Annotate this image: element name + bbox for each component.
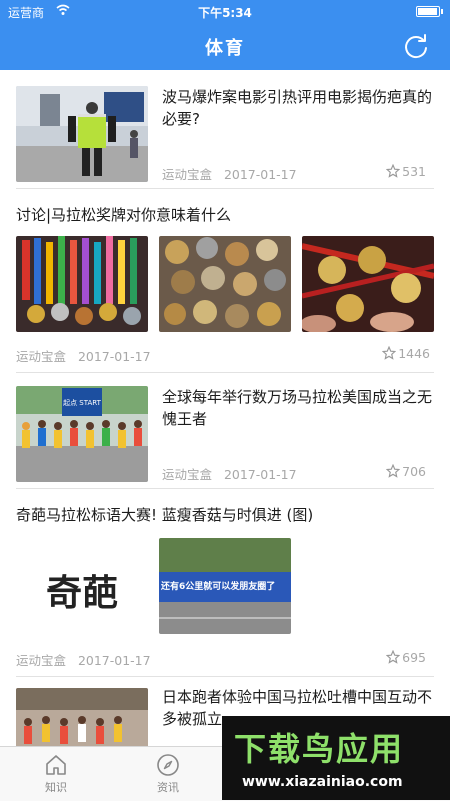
news-source: 运动宝盒 bbox=[162, 167, 213, 182]
star-icon bbox=[386, 164, 401, 178]
news-thumbnail bbox=[16, 86, 148, 182]
compass-icon bbox=[157, 754, 179, 776]
page-title: 体育 bbox=[205, 38, 245, 59]
divider bbox=[16, 188, 434, 189]
divider bbox=[16, 372, 434, 373]
news-meta: 运动宝盒 2017-01-17 bbox=[162, 164, 297, 183]
news-date: 2017-01-17 bbox=[223, 467, 297, 482]
news-date: 2017-01-17 bbox=[77, 349, 151, 364]
news-title[interactable]: 奇葩马拉松标语大赛! 蓝瘦香菇与时俱进 (图) bbox=[16, 504, 436, 526]
watermark-overlay: 下载鸟应用 www.xiazainiao.com bbox=[222, 716, 450, 800]
battery-icon bbox=[416, 6, 443, 17]
news-thumbnail: 奇葩 bbox=[16, 538, 148, 634]
tab-knowledge[interactable]: 知识 bbox=[26, 753, 86, 795]
start-banner-text: 起点 START bbox=[63, 399, 102, 407]
list-item[interactable]: 波马爆炸案电影引热评用电影揭伤疤真的必要? 运动宝盒 2017-01-17 53… bbox=[0, 70, 450, 190]
star-icon bbox=[386, 464, 401, 478]
divider bbox=[16, 676, 434, 677]
like-count-value: 1446 bbox=[398, 346, 430, 361]
like-count-value: 695 bbox=[402, 650, 426, 665]
news-title[interactable]: 波马爆炸案电影引热评用电影揭伤疤真的必要? bbox=[162, 86, 432, 130]
news-thumbnail bbox=[16, 688, 148, 746]
tab-news[interactable]: 资讯 bbox=[138, 753, 198, 795]
nav-header: 运营商 下午5:34 体育 bbox=[0, 0, 450, 70]
list-item[interactable]: 讨论|马拉松奖牌对你意味着什么 运动宝盒 2017-01-17 1446 bbox=[0, 190, 450, 370]
news-thumbnail bbox=[159, 236, 291, 332]
tab-label: 资讯 bbox=[157, 781, 179, 794]
news-thumbnail bbox=[16, 236, 148, 332]
thumbnail-caption: 奇葩 bbox=[45, 573, 118, 614]
news-source: 运动宝盒 bbox=[16, 653, 67, 668]
news-thumbnail: 起点 START bbox=[16, 386, 148, 482]
status-bar: 运营商 下午5:34 bbox=[0, 0, 450, 22]
like-count[interactable]: 1446 bbox=[382, 346, 430, 361]
like-count[interactable]: 695 bbox=[386, 650, 426, 665]
news-meta: 运动宝盒 2017-01-17 bbox=[162, 464, 297, 483]
watermark-brand: 下载鸟应用 bbox=[234, 730, 405, 768]
news-title[interactable]: 全球每年举行数万场马拉松美国成当之无愧王者 bbox=[162, 386, 432, 430]
news-source: 运动宝盒 bbox=[16, 349, 67, 364]
news-feed[interactable]: 波马爆炸案电影引热评用电影揭伤疤真的必要? 运动宝盒 2017-01-17 53… bbox=[0, 70, 450, 746]
news-date: 2017-01-17 bbox=[223, 167, 297, 182]
star-icon bbox=[382, 346, 397, 360]
list-item[interactable]: 起点 START 全球每年举行数万场马拉松美国成当之无愧王者 运动宝盒 2017… bbox=[0, 374, 450, 490]
refresh-icon[interactable] bbox=[402, 32, 430, 60]
news-thumbnail: 还有6公里就可以发朋友圈了 bbox=[159, 538, 291, 634]
news-meta: 运动宝盒 2017-01-17 bbox=[16, 346, 151, 365]
tab-label: 知识 bbox=[45, 781, 67, 794]
news-source: 运动宝盒 bbox=[162, 467, 213, 482]
news-meta: 运动宝盒 2017-01-17 bbox=[16, 650, 151, 669]
like-count[interactable]: 706 bbox=[386, 464, 426, 479]
news-date: 2017-01-17 bbox=[77, 653, 151, 668]
list-item[interactable]: 奇葩马拉松标语大赛! 蓝瘦香菇与时俱进 (图) 奇葩 还有6公里就可以发朋友圈了… bbox=[0, 490, 450, 670]
home-icon bbox=[46, 755, 66, 775]
divider bbox=[16, 488, 434, 489]
news-title[interactable]: 讨论|马拉松奖牌对你意味着什么 bbox=[16, 204, 436, 226]
like-count[interactable]: 531 bbox=[386, 164, 426, 179]
banner-slogan: 还有6公里就可以发朋友圈了 bbox=[161, 582, 276, 592]
like-count-value: 706 bbox=[402, 464, 426, 479]
watermark-url: www.xiazainiao.com bbox=[242, 774, 403, 790]
status-time: 下午5:34 bbox=[198, 6, 252, 20]
news-thumbnail bbox=[302, 236, 434, 332]
battery-level bbox=[418, 8, 437, 15]
like-count-value: 531 bbox=[402, 164, 426, 179]
star-icon bbox=[386, 650, 401, 664]
